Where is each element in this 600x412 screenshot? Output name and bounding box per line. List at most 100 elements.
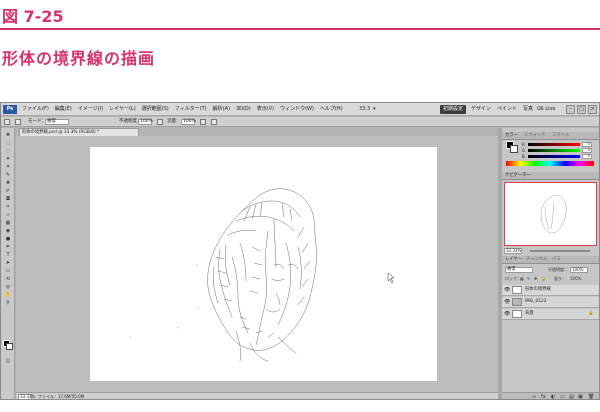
layer-style-icon[interactable]: fx — [541, 394, 546, 399]
eraser-tool-icon[interactable]: ▱ — [4, 212, 12, 218]
path-select-tool-icon[interactable]: ➤ — [4, 260, 12, 266]
quick-select-tool-icon[interactable]: ✦ — [4, 156, 12, 162]
menu-analysis[interactable]: 解析(A) — [210, 105, 233, 114]
tab-swatches[interactable]: スウォッチ — [524, 133, 545, 139]
pressure-size-icon[interactable] — [211, 119, 217, 125]
lasso-tool-icon[interactable]: ◌ — [4, 148, 12, 154]
clone-stamp-tool-icon[interactable]: ◘ — [4, 196, 12, 202]
shape-tool-icon[interactable]: ▭ — [4, 268, 12, 274]
menu-image[interactable]: イメージ(I) — [75, 105, 106, 114]
lock-position-icon[interactable]: ✥ — [534, 276, 537, 282]
layer-mask-icon[interactable]: ▭ — [560, 394, 565, 399]
tab-color[interactable]: カラー — [505, 133, 518, 139]
blend-mode-select[interactable]: 通常 — [505, 267, 533, 273]
workspace-photography[interactable]: 写真 — [523, 105, 533, 114]
close-button[interactable]: × — [588, 105, 597, 114]
red-value[interactable]: 0 — [582, 142, 592, 147]
tab-navigator[interactable]: ナビゲーター — [505, 173, 531, 179]
menu-layer[interactable]: レイヤー(L) — [106, 105, 139, 114]
minimize-button[interactable]: – — [566, 105, 575, 114]
lock-all-icon[interactable]: 🔒 — [541, 276, 546, 282]
green-track[interactable] — [528, 149, 580, 152]
menu-3d[interactable]: 3D(D) — [233, 105, 254, 114]
pen-tool-icon[interactable]: ✒ — [4, 244, 12, 250]
eyedropper-tool-icon[interactable]: ✎ — [4, 172, 12, 178]
menu-file[interactable]: ファイル(F) — [19, 105, 52, 114]
mode-select[interactable]: 通常 — [45, 119, 69, 125]
brush-preset-icon[interactable] — [15, 119, 21, 125]
color-panel-background[interactable] — [510, 145, 518, 153]
hand-tool-icon[interactable]: ✋ — [4, 292, 12, 298]
workspace-design[interactable]: デザイン — [471, 105, 491, 114]
link-layers-icon[interactable]: ∞ — [532, 394, 536, 399]
type-tool-icon[interactable]: T — [4, 252, 12, 258]
tab-layers[interactable]: レイヤー — [505, 257, 522, 263]
healing-brush-tool-icon[interactable]: ✚ — [4, 180, 12, 186]
menu-filter[interactable]: フィルター(T) — [172, 105, 210, 114]
menu-select[interactable]: 選択範囲(S) — [139, 105, 172, 114]
eye-icon[interactable]: 👁 — [504, 299, 510, 305]
workspace-essentials-button[interactable]: 初期設定 — [440, 105, 467, 114]
marquee-tool-icon[interactable]: ⬚ — [4, 140, 12, 146]
tab-styles[interactable]: スタイル — [552, 133, 569, 139]
fill-value[interactable]: 100% — [570, 276, 581, 282]
trash-icon[interactable]: 🗑 — [588, 394, 594, 399]
navigator-view-box[interactable] — [504, 182, 597, 246]
3d-orbit-tool-icon[interactable]: ◎ — [4, 284, 12, 290]
quick-mask-icon[interactable]: ◫ — [4, 358, 12, 364]
zoom-tool-icon[interactable]: ⚲ — [4, 300, 12, 306]
gradient-tool-icon[interactable]: ▦ — [4, 220, 12, 226]
options-bar: モード： 通常 不透明度： 100% 流量： 100% — [1, 117, 599, 127]
brush-tool-icon[interactable] — [4, 119, 10, 125]
layer-opacity-input[interactable]: 100% — [570, 267, 588, 273]
blue-track[interactable] — [528, 155, 580, 158]
history-brush-tool-icon[interactable]: ✑ — [4, 204, 12, 210]
green-slider[interactable]: G 0 — [522, 148, 594, 153]
move-tool-icon[interactable]: ✥ — [4, 132, 12, 138]
crop-tool-icon[interactable]: ⌗ — [4, 164, 12, 170]
layer-row-boundary[interactable]: 👁 形体の境界線 — [502, 285, 599, 296]
menu-window[interactable]: ウィンドウ(W) — [277, 105, 317, 114]
eye-icon[interactable]: 👁 — [504, 287, 510, 293]
red-slider[interactable]: R 0 — [522, 142, 594, 147]
tab-channels[interactable]: チャンネル — [526, 257, 547, 263]
color-spectrum-bar[interactable] — [506, 161, 594, 166]
document-tab[interactable]: 形体の境界線.psd @ 33.3% (RGB/8) * — [19, 128, 139, 136]
menu-help[interactable]: ヘルプ(H) — [317, 105, 346, 114]
pressure-opacity-icon[interactable] — [157, 119, 163, 125]
status-file-info[interactable]: ファイル：17.6M/55.0M — [38, 394, 84, 399]
menu-view[interactable]: 表示(V) — [254, 105, 277, 114]
menu-edit[interactable]: 編集(E) — [52, 105, 75, 114]
opacity-input[interactable]: 100% — [138, 119, 153, 125]
right-panels: カラー スウォッチ スタイル R 0 G 0 B 0 ナビゲーター 33.33%… — [502, 128, 599, 399]
blue-slider[interactable]: B 0 — [522, 154, 594, 159]
new-group-icon[interactable]: ▤ — [569, 394, 574, 399]
lock-transparent-icon[interactable]: ▦ — [520, 276, 524, 282]
adjustment-layer-icon[interactable]: ◐ — [551, 394, 555, 399]
zoom-level-menu[interactable]: 33.3 — [359, 105, 370, 114]
chevron-down-icon[interactable]: ▾ — [373, 105, 376, 114]
status-zoom-field[interactable]: 33.33% — [18, 394, 35, 399]
lock-image-icon[interactable]: ✎ — [527, 276, 530, 282]
document-canvas[interactable] — [90, 147, 437, 381]
layer-row-background[interactable]: 👁 背景 🔒 — [502, 309, 599, 320]
workspace-painting[interactable]: ペイント — [497, 105, 517, 114]
blur-tool-icon[interactable]: ◉ — [4, 228, 12, 234]
navigator-zoom-slider[interactable] — [530, 250, 590, 252]
3d-rotate-tool-icon[interactable]: ⟲ — [4, 276, 12, 282]
blue-value[interactable]: 0 — [582, 154, 592, 159]
navigator-zoom-field[interactable]: 33.33% — [504, 248, 522, 254]
dodge-tool-icon[interactable]: ● — [4, 236, 12, 242]
background-color-swatch[interactable] — [6, 343, 13, 350]
green-value[interactable]: 0 — [582, 148, 592, 153]
eye-icon[interactable]: 👁 — [504, 311, 510, 317]
airbrush-icon[interactable] — [200, 119, 206, 125]
flow-input[interactable]: 100% — [181, 119, 196, 125]
maximize-button[interactable]: □ — [577, 105, 586, 114]
cs-live-button[interactable]: CS Live — [537, 105, 555, 114]
new-layer-icon[interactable]: ▣ — [578, 394, 583, 399]
brush-tool-icon[interactable]: ✐ — [4, 188, 12, 194]
red-track[interactable] — [528, 143, 580, 146]
layer-row-photo[interactable]: 👁 IMG_0123 — [502, 297, 599, 308]
tab-paths[interactable]: パス — [552, 257, 561, 263]
